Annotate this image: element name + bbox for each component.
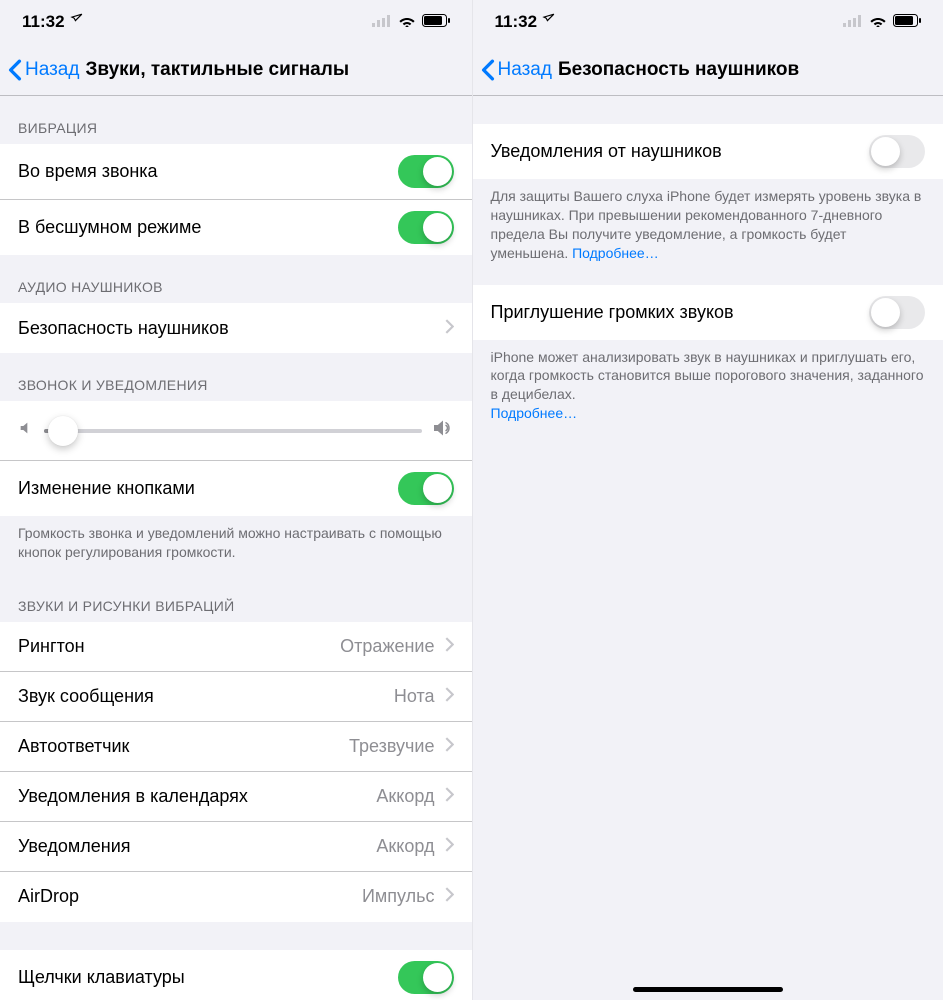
wifi-icon	[398, 12, 416, 32]
row-label: Во время звонка	[18, 161, 398, 182]
toggle-reduce-loud-sounds[interactable]	[869, 296, 925, 329]
row-reduce-loud-sounds[interactable]: Приглушение громких звуков	[473, 285, 943, 340]
toggle-keyboard-clicks[interactable]	[398, 961, 454, 994]
chevron-right-icon	[445, 636, 454, 657]
row-label: Щелчки клавиатуры	[18, 967, 398, 988]
back-button[interactable]: Назад	[481, 59, 552, 81]
row-headphone-notifications[interactable]: Уведомления от наушников	[473, 124, 943, 179]
section-header-headphone-audio: АУДИО НАУШНИКОВ	[0, 255, 472, 303]
chevron-right-icon	[445, 836, 454, 857]
page-title: Звуки, тактильные сигналы	[85, 59, 349, 81]
location-arrow-icon	[69, 12, 83, 32]
chevron-right-icon	[445, 786, 454, 807]
learn-more-link[interactable]: Подробнее…	[491, 405, 578, 421]
row-value: Нота	[394, 686, 435, 707]
section-header-ringer: ЗВОНОК И УВЕДОМЛЕНИЯ	[0, 353, 472, 401]
toggle-vibrate-on-silent[interactable]	[398, 211, 454, 244]
row-label: Изменение кнопками	[18, 478, 398, 499]
cellular-icon	[843, 12, 863, 32]
toggle-change-with-buttons[interactable]	[398, 472, 454, 505]
row-value: Аккорд	[376, 836, 434, 857]
row-headphone-safety[interactable]: Безопасность наушников	[0, 303, 472, 353]
row-label: AirDrop	[18, 886, 362, 907]
row-label: Уведомления в календарях	[18, 786, 376, 807]
toggle-vibrate-on-ring[interactable]	[398, 155, 454, 188]
back-button[interactable]: Назад	[8, 59, 79, 81]
section-footer-ringer: Громкость звонка и уведомлений можно нас…	[0, 516, 472, 574]
back-label: Назад	[25, 59, 79, 81]
row-label: Уведомления от наушников	[491, 141, 870, 162]
battery-icon	[893, 12, 921, 32]
battery-icon	[422, 12, 450, 32]
row-vibrate-on-ring[interactable]: Во время звонка	[0, 144, 472, 200]
row-value: Отражение	[340, 636, 434, 657]
row-sound-item[interactable]: АвтоответчикТрезвучие	[0, 722, 472, 772]
volume-slider-row	[0, 401, 472, 461]
back-label: Назад	[498, 59, 552, 81]
row-label: Приглушение громких звуков	[491, 302, 870, 323]
status-time: 11:32	[22, 12, 65, 32]
chevron-right-icon	[445, 686, 454, 707]
row-keyboard-clicks[interactable]: Щелчки клавиатуры	[0, 950, 472, 1000]
content-scroll[interactable]: ВИБРАЦИЯ Во время звонка В бесшумном реж…	[0, 96, 472, 1000]
row-label: Безопасность наушников	[18, 318, 445, 339]
section-footer-reduce: iPhone может анализировать звук в наушни…	[473, 340, 943, 436]
chevron-right-icon	[445, 736, 454, 757]
row-value: Аккорд	[376, 786, 434, 807]
row-sound-item[interactable]: AirDropИмпульс	[0, 872, 472, 922]
volume-high-icon	[432, 419, 454, 442]
nav-bar: Назад Безопасность наушников	[473, 44, 943, 96]
chevron-right-icon	[445, 318, 454, 339]
wifi-icon	[869, 12, 887, 32]
status-time: 11:32	[495, 12, 538, 32]
home-indicator[interactable]	[633, 987, 783, 992]
row-value: Трезвучие	[349, 736, 434, 757]
volume-slider[interactable]	[44, 429, 422, 433]
row-label: Рингтон	[18, 636, 340, 657]
content-scroll[interactable]: Уведомления от наушников Для защиты Ваше…	[473, 96, 943, 1000]
row-vibrate-on-silent[interactable]: В бесшумном режиме	[0, 200, 472, 255]
row-sound-item[interactable]: Уведомления в календаряхАккорд	[0, 772, 472, 822]
learn-more-link[interactable]: Подробнее…	[572, 245, 659, 261]
row-value: Импульс	[362, 886, 435, 907]
status-bar: 11:32	[473, 0, 943, 44]
row-sound-item[interactable]: Звук сообщенияНота	[0, 672, 472, 722]
row-label: Автоответчик	[18, 736, 349, 757]
location-arrow-icon	[541, 12, 555, 32]
page-title: Безопасность наушников	[558, 59, 799, 81]
toggle-headphone-notifications[interactable]	[869, 135, 925, 168]
volume-low-icon	[18, 420, 34, 441]
section-footer-notifications: Для защиты Вашего слуха iPhone будет изм…	[473, 179, 943, 275]
section-header-vibration: ВИБРАЦИЯ	[0, 96, 472, 144]
cellular-icon	[372, 12, 392, 32]
screen-sounds: 11:32 Назад Звуки, тактильные сигналы ВИ…	[0, 0, 472, 1000]
row-sound-item[interactable]: УведомленияАккорд	[0, 822, 472, 872]
nav-bar: Назад Звуки, тактильные сигналы	[0, 44, 472, 96]
screen-headphone-safety: 11:32 Назад Безопасность наушников	[472, 0, 943, 1000]
row-change-with-buttons[interactable]: Изменение кнопками	[0, 461, 472, 516]
row-label: Звук сообщения	[18, 686, 394, 707]
status-bar: 11:32	[0, 0, 472, 44]
chevron-right-icon	[445, 886, 454, 907]
section-header-sounds: ЗВУКИ И РИСУНКИ ВИБРАЦИЙ	[0, 574, 472, 622]
row-label: Уведомления	[18, 836, 376, 857]
row-label: В бесшумном режиме	[18, 217, 398, 238]
row-sound-item[interactable]: РингтонОтражение	[0, 622, 472, 672]
